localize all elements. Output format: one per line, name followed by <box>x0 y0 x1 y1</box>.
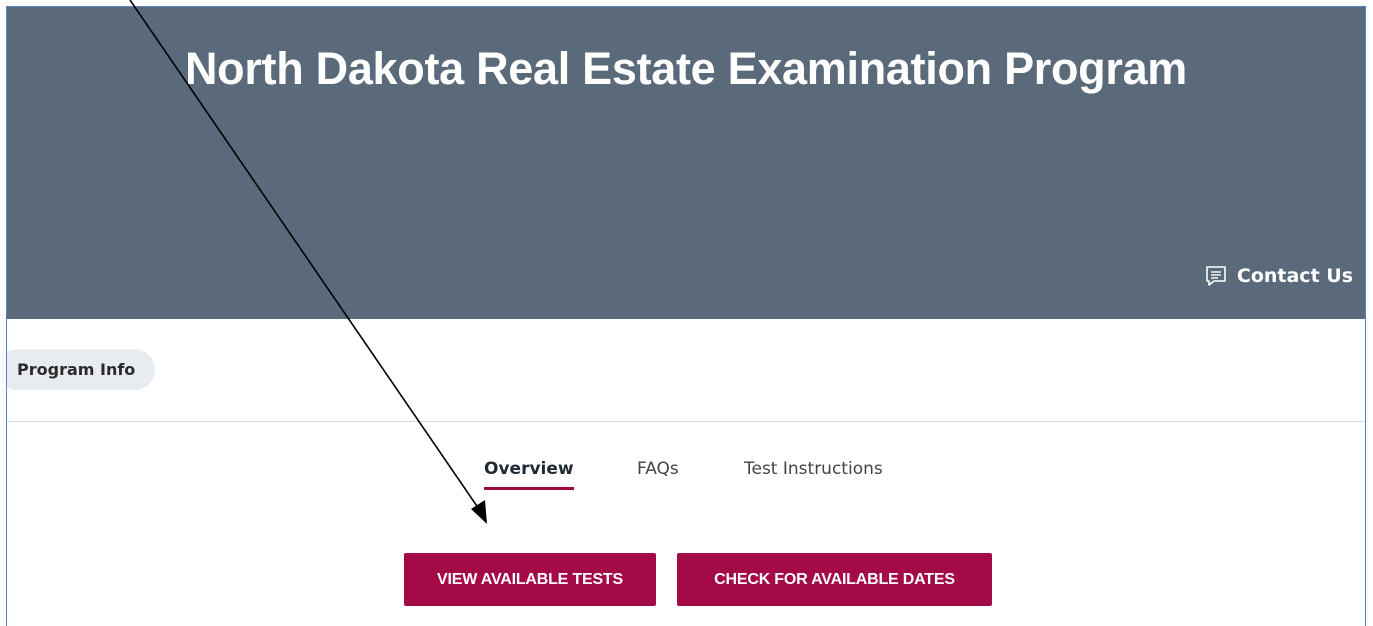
program-info-pill[interactable]: Program Info <box>7 349 156 390</box>
page-title: North Dakota Real Estate Examination Pro… <box>184 43 1188 94</box>
contact-us-label: Contact Us <box>1236 265 1353 287</box>
tab-bar: Overview FAQs Test Instructions <box>7 459 1365 499</box>
hero-banner: North Dakota Real Estate Examination Pro… <box>7 7 1365 319</box>
tab-test-instructions[interactable]: Test Instructions <box>744 459 883 487</box>
contact-us-link[interactable]: Contact Us <box>1205 265 1353 287</box>
message-icon <box>1205 265 1227 287</box>
tab-faqs[interactable]: FAQs <box>637 459 679 487</box>
view-available-tests-button[interactable]: VIEW AVAILABLE TESTS <box>404 553 656 606</box>
page-frame: North Dakota Real Estate Examination Pro… <box>6 6 1366 626</box>
tab-overview[interactable]: Overview <box>484 459 574 490</box>
section-divider <box>7 421 1365 422</box>
check-available-dates-button[interactable]: CHECK FOR AVAILABLE DATES <box>677 553 992 606</box>
